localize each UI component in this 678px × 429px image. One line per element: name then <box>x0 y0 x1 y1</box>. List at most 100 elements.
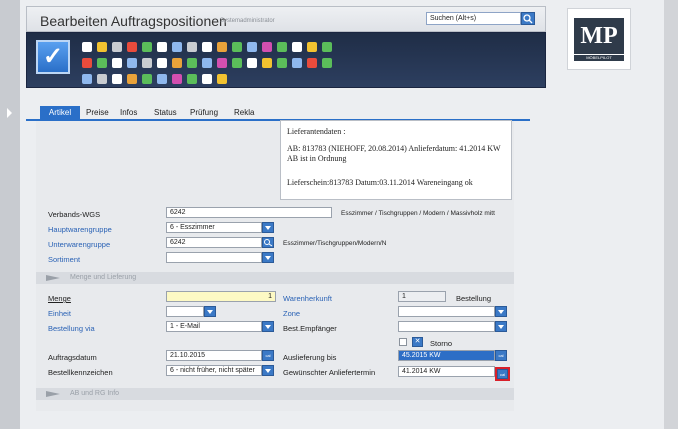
chevron-down-icon[interactable] <box>495 306 507 317</box>
collapse-triangle-icon <box>46 275 60 281</box>
toolbar-copy-icon[interactable] <box>142 74 152 84</box>
hauptwarengruppe-label[interactable]: Hauptwarengruppe <box>48 225 112 234</box>
chevron-down-icon[interactable] <box>204 306 216 317</box>
einheit-label[interactable]: Einheit <box>48 309 71 318</box>
toolbar-export-icon[interactable] <box>217 74 227 84</box>
chevron-down-icon[interactable] <box>262 321 274 332</box>
warenherkunft-label[interactable]: Warenherkunft <box>283 294 332 303</box>
close-icon[interactable]: ✕ <box>412 337 423 347</box>
toolbar-first-icon[interactable] <box>172 42 182 52</box>
auslieferung-bis-field[interactable]: 45.2015 KW <box>398 350 495 361</box>
toolbar-new-icon[interactable] <box>82 42 92 52</box>
section-menge-lieferung[interactable]: Menge und Lieferung <box>36 272 514 284</box>
toolbar-calc-icon[interactable] <box>322 42 332 52</box>
chevron-down-icon[interactable] <box>262 252 274 263</box>
toolbar-window-icon[interactable] <box>187 58 197 68</box>
toolbar-list-icon[interactable] <box>202 74 212 84</box>
toolbar-next-icon[interactable] <box>127 58 137 68</box>
auslieferung-bis-label: Auslieferung bis <box>283 353 337 362</box>
auftragsdatum-field[interactable]: 21.10.2015 <box>166 350 262 361</box>
verbands-wgs-field[interactable]: 6242 <box>166 207 332 218</box>
toolbar-prev-icon[interactable] <box>187 42 197 52</box>
toolbar-users-icon[interactable] <box>232 42 242 52</box>
toolbar-users-icon[interactable] <box>157 58 167 68</box>
toolbar-first-icon[interactable] <box>97 58 107 68</box>
toolbar-tool-icon[interactable] <box>127 74 137 84</box>
logo-subtext: MÖBELPILOT <box>574 54 624 61</box>
info-line: Lieferantendaten : <box>287 127 346 136</box>
best-empfaenger-label: Best.Empfänger <box>283 324 337 333</box>
toolbar-settings-icon[interactable] <box>232 58 242 68</box>
storno-checkbox[interactable] <box>399 338 407 346</box>
info-line: Lieferschein:813783 Datum:03.11.2014 War… <box>287 178 473 187</box>
sortiment-select[interactable] <box>166 252 262 263</box>
toolbar-calc-icon[interactable] <box>172 74 182 84</box>
toolbar-refresh-icon[interactable] <box>187 74 197 84</box>
tab-preise[interactable]: Preise <box>86 106 109 120</box>
toolbar-prev-icon[interactable] <box>112 58 122 68</box>
sortiment-label[interactable]: Sortiment <box>48 255 80 264</box>
tab-status[interactable]: Status <box>154 106 177 120</box>
tab-pruefung[interactable]: Prüfung <box>190 106 218 120</box>
toolbar-delete-icon[interactable] <box>112 42 122 52</box>
toolbar-calc-icon[interactable] <box>247 58 257 68</box>
toolbar-copy-icon[interactable] <box>292 42 302 52</box>
zone-label[interactable]: Zone <box>283 309 300 318</box>
chevron-down-icon[interactable] <box>495 321 507 332</box>
unterwarengruppe-field[interactable]: 6242 <box>166 237 262 248</box>
chevron-down-icon[interactable] <box>262 222 274 233</box>
zone-select[interactable] <box>398 306 495 317</box>
section-ab-rg-info[interactable]: AB und RG Info <box>36 388 514 400</box>
toolbar-print-icon[interactable] <box>157 42 167 52</box>
toolbar-last-icon[interactable] <box>217 42 227 52</box>
warenherkunft-field: 1 <box>398 291 446 302</box>
toolbar-next-icon[interactable] <box>202 42 212 52</box>
save-check-button[interactable]: ✓ <box>36 40 70 74</box>
left-scroll-area[interactable] <box>0 98 20 398</box>
toolbar-last-icon[interactable] <box>142 58 152 68</box>
toolbar-folder-icon[interactable] <box>322 58 332 68</box>
toolbar-star-icon[interactable] <box>172 58 182 68</box>
calendar-icon[interactable]: cal <box>495 350 507 361</box>
auftragsdatum-label: Auftragsdatum <box>48 353 97 362</box>
toolbar-print-icon[interactable] <box>82 58 92 68</box>
toolbar-tool-icon[interactable] <box>277 42 287 52</box>
hauptwarengruppe-select[interactable]: 6 - Esszimmer <box>166 222 262 233</box>
bestellung-via-select[interactable]: 1 - E-Mail <box>166 321 262 332</box>
toolbar-tool-icon[interactable] <box>202 58 212 68</box>
bestellung-via-label[interactable]: Bestellung via <box>48 324 95 333</box>
toolbar-list-icon[interactable] <box>277 58 287 68</box>
toolbar-new-icon[interactable] <box>307 58 317 68</box>
supplier-info-box[interactable]: Lieferantendaten : AB: 813783 (NIEHOFF, … <box>280 120 512 200</box>
chevron-down-icon[interactable] <box>262 365 274 376</box>
bestellkennzeichen-select[interactable]: 6 - nicht früher, nicht später <box>166 365 262 376</box>
tab-rekla[interactable]: Rekla <box>234 106 254 120</box>
toolbar-export-icon[interactable] <box>292 58 302 68</box>
tab-artikel[interactable]: Artikel <box>40 106 80 120</box>
toolbar-star-icon[interactable] <box>247 42 257 52</box>
toolbar-folder-icon[interactable] <box>97 42 107 52</box>
search-button[interactable] <box>521 12 535 25</box>
tab-infos[interactable]: Infos <box>120 106 137 120</box>
unterwarengruppe-label[interactable]: Unterwarengruppe <box>48 240 110 249</box>
calendar-icon[interactable]: cal <box>262 350 274 361</box>
toolbar-star-icon[interactable] <box>97 74 107 84</box>
toolbar-settings-icon[interactable] <box>157 74 167 84</box>
toolbar-back-icon[interactable] <box>142 42 152 52</box>
anliefertermin-label: Gewünschter Anliefertermin <box>283 368 376 377</box>
toolbar-window-icon[interactable] <box>112 74 122 84</box>
toolbar-help-icon[interactable] <box>127 42 137 52</box>
toolbar-settings-icon[interactable] <box>307 42 317 52</box>
menge-label: Menge <box>48 294 71 303</box>
best-empfaenger-select[interactable] <box>398 321 495 332</box>
toolbar-copy-icon[interactable] <box>217 58 227 68</box>
search-icon[interactable] <box>262 237 274 248</box>
toolbar-users-icon[interactable] <box>82 74 92 84</box>
search-input[interactable]: Suchen (Alt+s) <box>426 12 521 25</box>
menge-field[interactable]: 1 <box>166 291 276 302</box>
logo: MP MÖBELPILOT <box>567 8 631 70</box>
einheit-select[interactable] <box>166 306 204 317</box>
toolbar-window-icon[interactable] <box>262 42 272 52</box>
anliefertermin-field[interactable]: 41.2014 KW <box>398 366 495 377</box>
toolbar-refresh-icon[interactable] <box>262 58 272 68</box>
